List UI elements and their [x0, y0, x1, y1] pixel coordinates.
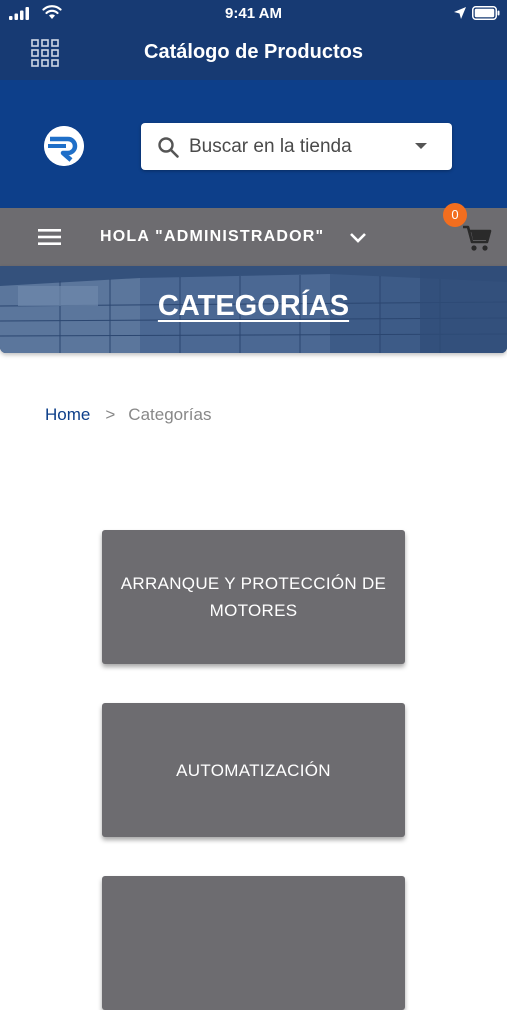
nav-bar: Catálogo de Productos — [0, 28, 507, 80]
chevron-down-icon[interactable] — [349, 229, 367, 245]
user-greeting[interactable]: HOLA "ADMINISTRADOR" — [100, 228, 324, 246]
breadcrumb-current: Categorías — [128, 405, 212, 424]
category-card[interactable]: AUTOMATIZACIÓN — [102, 703, 405, 837]
brand-logo[interactable] — [44, 126, 84, 166]
search-icon[interactable] — [156, 135, 180, 159]
status-bar: 9:41 AM — [0, 0, 507, 28]
status-time: 9:41 AM — [225, 5, 282, 22]
search-input[interactable] — [189, 123, 399, 170]
user-bar: HOLA "ADMINISTRADOR" — [0, 208, 507, 266]
breadcrumb-home-link[interactable]: Home — [45, 405, 90, 424]
breadcrumb: Home > Categorías — [45, 405, 211, 425]
search-box[interactable] — [141, 123, 452, 170]
dropdown-caret-icon[interactable] — [415, 143, 427, 149]
store-header — [0, 80, 507, 208]
page-title: Catálogo de Productos — [144, 41, 363, 63]
brand-logo-mark — [44, 126, 84, 166]
breadcrumb-separator: > — [105, 405, 116, 424]
battery-icon — [472, 6, 500, 20]
banner-title: CATEGORÍAS — [157, 290, 350, 322]
category-card[interactable]: ARRANQUE Y PROTECCIÓN DE MOTORES — [102, 530, 405, 664]
category-banner: CATEGORÍAS — [0, 266, 507, 353]
location-arrow-icon — [454, 7, 466, 19]
hamburger-menu-icon[interactable] — [37, 226, 63, 248]
cart-count-badge: 0 — [443, 203, 467, 227]
category-card[interactable] — [102, 876, 405, 1010]
cart-icon[interactable] — [462, 224, 492, 252]
